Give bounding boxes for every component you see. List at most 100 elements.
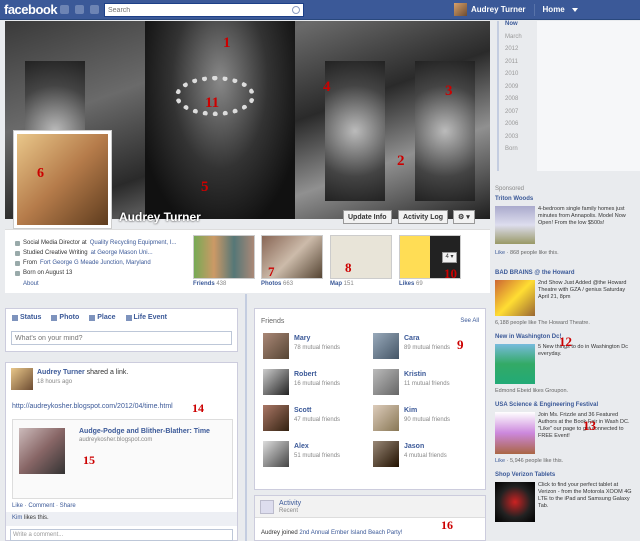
annotation-marker: 2	[397, 153, 405, 169]
chevron-down-icon[interactable]	[571, 7, 578, 12]
link-title[interactable]: Audge-Podge and Blither-Blather: Time	[79, 428, 210, 435]
facebook-logo[interactable]: facebook	[4, 2, 58, 17]
friend-name[interactable]: Kristin	[404, 371, 426, 378]
more-tiles-dropdown[interactable]: 4 ▾	[442, 252, 457, 263]
post-actions[interactable]: Like · Comment · Share	[12, 503, 76, 509]
search-icon[interactable]	[292, 6, 300, 14]
year-item[interactable]: 2012	[499, 46, 537, 59]
graduation-cap-icon	[15, 250, 20, 256]
ad-like-link[interactable]: Like	[495, 250, 505, 256]
avatar[interactable]	[454, 3, 467, 16]
friend-item[interactable]: Kim 90 mutual friends	[373, 405, 478, 435]
top-user-menu: Audrey Turner Home	[454, 3, 578, 16]
friend-requests-icon[interactable]	[60, 5, 69, 14]
friend-name[interactable]: Mary	[294, 335, 310, 342]
ad-image[interactable]	[495, 482, 535, 522]
annotation-marker: 6	[37, 166, 44, 181]
friend-item[interactable]: Jason 4 mutual friends	[373, 441, 478, 471]
year-item[interactable]: 2011	[499, 59, 537, 72]
ad-image[interactable]	[495, 280, 535, 316]
friend-mutual: 51 mutual friends	[294, 453, 341, 459]
work-link[interactable]: Quality Recycling Equipment, I...	[90, 240, 177, 246]
comment-input[interactable]: Write a comment...	[10, 529, 233, 541]
home-link[interactable]: Home	[543, 5, 565, 14]
ad-footer: Like · 868 people like this.	[495, 250, 559, 256]
activity-title[interactable]: Activity	[279, 500, 301, 507]
year-item[interactable]: 2008	[499, 96, 537, 109]
event-link[interactable]: 2nd Annual Ember Island Beach Party!	[299, 530, 402, 536]
year-item[interactable]: March	[499, 34, 537, 47]
ad-title[interactable]: Triton Woods	[495, 196, 637, 202]
update-info-button[interactable]: Update Info	[343, 210, 392, 224]
friend-name[interactable]: Scott	[294, 407, 312, 414]
friend-item[interactable]: Robert 16 mutual friends	[263, 369, 368, 399]
friend-name[interactable]: Cara	[404, 335, 420, 342]
link-preview-card[interactable]: Audge-Podge and Blither-Blather: Time au…	[12, 419, 233, 499]
liker-link[interactable]: Kim	[12, 515, 22, 521]
hometown-link[interactable]: Fort George G Meade Junction, Maryland	[40, 260, 151, 266]
post-timestamp[interactable]: 18 hours ago	[37, 379, 72, 385]
activity-log-button[interactable]: Activity Log	[398, 210, 449, 224]
divider	[533, 3, 535, 16]
friend-item[interactable]: Scott 47 mutual friends	[263, 405, 368, 435]
ad-item[interactable]: USA Science & Engineering Festival Join …	[495, 402, 637, 468]
ad-item[interactable]: BAD BRAINS @ the Howard 2nd Show Just Ad…	[495, 270, 637, 330]
status-input[interactable]	[11, 331, 232, 345]
friends-thumbnail	[193, 235, 255, 279]
about-link[interactable]: About	[15, 281, 190, 287]
ad-item[interactable]: Triton Woods 4-bedroom single family hom…	[495, 196, 637, 266]
friends-tile[interactable]: Friends 438	[193, 235, 255, 289]
tab-place[interactable]: Place	[89, 314, 116, 321]
post-likes: Kim likes this.	[6, 512, 237, 526]
tile-count: 663	[283, 281, 294, 287]
ad-item[interactable]: New in Washington Dc! 5 New things to do…	[495, 334, 637, 398]
friend-name[interactable]: Robert	[294, 371, 317, 378]
friend-mutual: 47 mutual friends	[294, 417, 341, 423]
friend-item[interactable]: Alex 51 mutual friends	[263, 441, 368, 471]
ad-item[interactable]: Shop Verizon Tablets Click to find your …	[495, 472, 637, 522]
ad-like-link[interactable]: Like	[495, 458, 505, 464]
friend-item[interactable]: Kristin 11 mutual friends	[373, 369, 478, 399]
info-education: Studied Creative Writing at George Mason…	[15, 248, 190, 258]
notifications-icon[interactable]	[90, 5, 99, 14]
info-list: Social Media Director at Quality Recycli…	[15, 238, 190, 287]
friend-item[interactable]: Mary 78 mutual friends	[263, 333, 368, 363]
friend-name[interactable]: Alex	[294, 443, 309, 450]
year-item[interactable]: Now	[499, 21, 537, 34]
flag-icon	[125, 314, 132, 321]
ad-title[interactable]: Shop Verizon Tablets	[495, 472, 637, 478]
year-item[interactable]: 2007	[499, 109, 537, 122]
ad-title[interactable]: BAD BRAINS @ the Howard	[495, 270, 637, 276]
tab-label: Status	[20, 314, 42, 321]
post-url-link[interactable]: http://audreykosher.blogspot.com/2012/04…	[12, 403, 173, 410]
settings-gear-button[interactable]: ⚙ ▾	[453, 210, 475, 224]
year-item[interactable]: 2010	[499, 71, 537, 84]
year-item[interactable]: Born	[499, 146, 537, 159]
school-link[interactable]: at George Mason Uni...	[91, 250, 153, 256]
photos-tile[interactable]: 7 Photos 663	[261, 235, 323, 289]
post-author[interactable]: Audrey Turner	[37, 369, 85, 376]
year-item[interactable]: 2006	[499, 121, 537, 134]
tab-photo[interactable]: Photo	[51, 314, 79, 321]
top-user-name[interactable]: Audrey Turner	[471, 5, 526, 14]
avatar[interactable]	[11, 368, 33, 390]
status-icon	[12, 314, 18, 321]
year-item[interactable]: 2003	[499, 134, 537, 147]
messages-icon[interactable]	[75, 5, 84, 14]
year-item[interactable]: 2009	[499, 84, 537, 97]
ad-title[interactable]: USA Science & Engineering Festival	[495, 402, 637, 408]
ad-image[interactable]	[495, 344, 535, 384]
profile-picture[interactable]: 6	[13, 130, 112, 229]
annotation-marker: 14	[192, 401, 204, 415]
ad-image[interactable]	[495, 412, 535, 454]
map-tile[interactable]: 8 Map 151	[330, 235, 392, 289]
see-all-link[interactable]: See All	[460, 318, 479, 324]
friend-item[interactable]: Cara 89 mutual friends	[373, 333, 478, 363]
friend-name[interactable]: Jason	[404, 443, 424, 450]
search-input[interactable]	[105, 4, 285, 16]
tab-status[interactable]: Status	[12, 314, 41, 321]
tab-life-event[interactable]: Life Event	[125, 314, 167, 321]
profile-name[interactable]: Audrey Turner	[119, 210, 201, 224]
friend-name[interactable]: Kim	[404, 407, 417, 414]
ad-image[interactable]	[495, 206, 535, 244]
